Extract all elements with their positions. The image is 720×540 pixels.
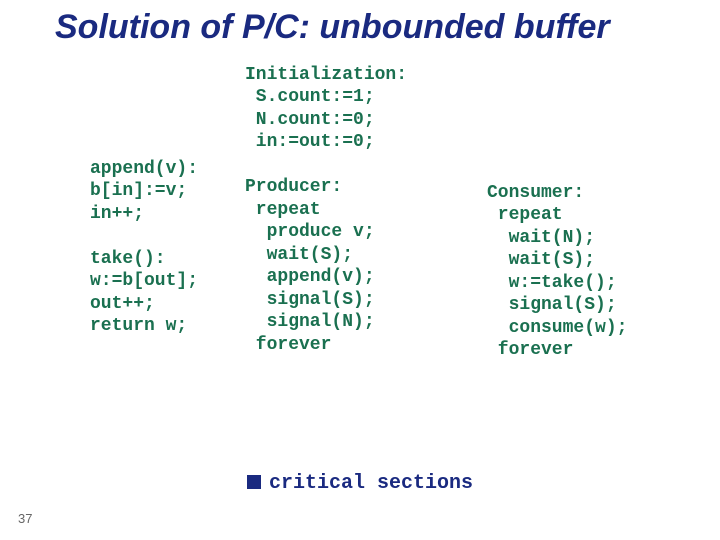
code-area: Initialization: S.count:=1; N.count:=0; … bbox=[55, 64, 690, 424]
code-left: append(v): b[in]:=v; in++; take(): w:=b[… bbox=[90, 158, 198, 338]
code-mid: Initialization: S.count:=1; N.count:=0; … bbox=[245, 64, 407, 357]
footer-text: critical sections bbox=[269, 472, 473, 495]
code-right: Consumer: repeat wait(N); wait(S); w:=ta… bbox=[487, 182, 627, 362]
bullet-box-icon bbox=[247, 475, 261, 489]
slide: Solution of P/C: unbounded buffer Initia… bbox=[0, 0, 720, 540]
footer-line: critical sections bbox=[0, 472, 720, 495]
slide-title: Solution of P/C: unbounded buffer bbox=[55, 10, 690, 46]
page-number: 37 bbox=[18, 511, 32, 526]
